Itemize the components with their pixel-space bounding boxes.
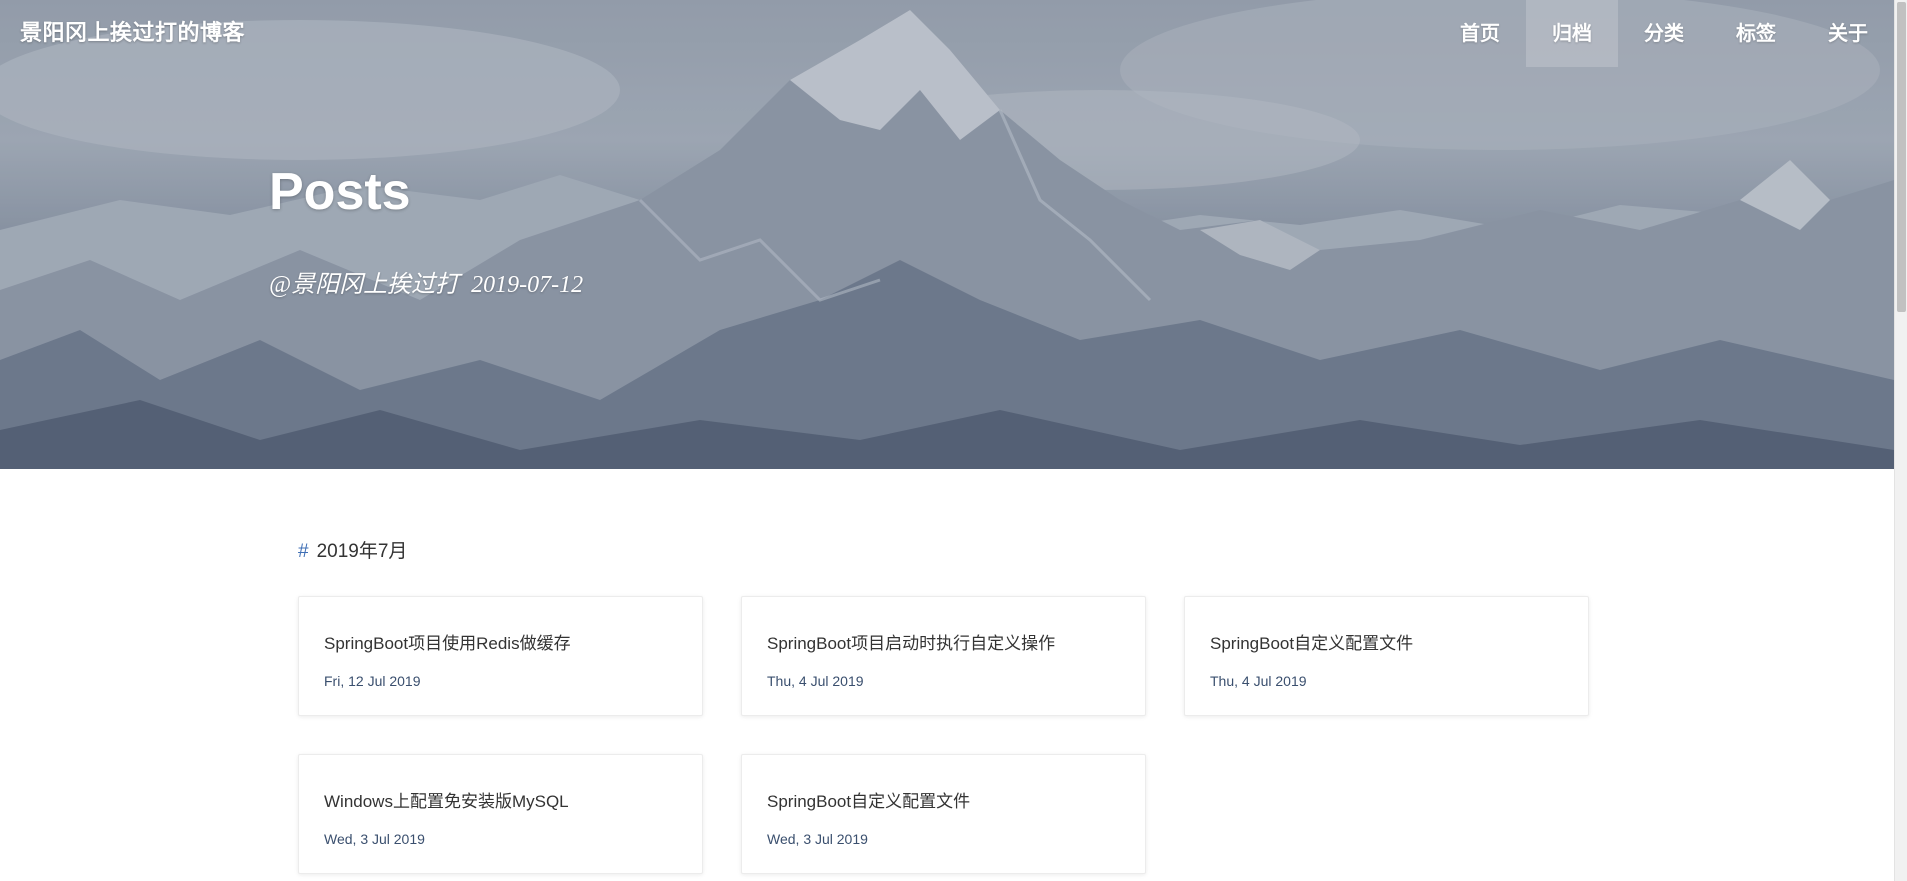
post-card[interactable]: SpringBoot项目启动时执行自定义操作 Thu, 4 Jul 2019 (741, 596, 1146, 716)
nav-item-home[interactable]: 首页 (1434, 0, 1526, 67)
page-scrollbar[interactable] (1894, 0, 1907, 881)
post-title[interactable]: Windows上配置免安装版MySQL (324, 787, 677, 812)
nav-item-categories[interactable]: 分类 (1618, 0, 1710, 67)
post-card[interactable]: Windows上配置免安装版MySQL Wed, 3 Jul 2019 (298, 754, 703, 874)
nav-item-tags[interactable]: 标签 (1710, 0, 1802, 67)
post-card[interactable]: SpringBoot项目使用Redis做缓存 Fri, 12 Jul 2019 (298, 596, 703, 716)
hero-overlay (0, 0, 1894, 469)
page-heading: Posts (269, 163, 411, 221)
post-card[interactable]: SpringBoot自定义配置文件 Wed, 3 Jul 2019 (741, 754, 1146, 874)
main-nav: 首页 归档 分类 标签 关于 (1434, 0, 1894, 67)
month-label: 2019年7月 (316, 541, 408, 562)
hero-date: 2019-07-12 (471, 272, 584, 298)
post-card[interactable]: SpringBoot自定义配置文件 Thu, 4 Jul 2019 (1184, 596, 1589, 716)
post-title[interactable]: SpringBoot项目启动时执行自定义操作 (767, 629, 1120, 654)
post-title[interactable]: SpringBoot自定义配置文件 (767, 787, 1120, 812)
archive-page: 景阳冈上挨过打的博客 首页 归档 分类 标签 关于 Posts @景阳冈上挨过打… (0, 0, 1907, 881)
hero-header: 景阳冈上挨过打的博客 首页 归档 分类 标签 关于 Posts @景阳冈上挨过打… (0, 0, 1894, 469)
post-date: Thu, 4 Jul 2019 (1210, 673, 1307, 689)
post-date: Wed, 3 Jul 2019 (767, 831, 868, 847)
post-title[interactable]: SpringBoot自定义配置文件 (1210, 629, 1563, 654)
month-heading: #2019年7月 (298, 536, 407, 563)
scrollbar-thumb[interactable] (1897, 2, 1906, 312)
hero-meta: @景阳冈上挨过打 2019-07-12 (269, 264, 583, 299)
post-date: Thu, 4 Jul 2019 (767, 673, 864, 689)
post-date: Fri, 12 Jul 2019 (324, 673, 421, 689)
hash-icon: # (298, 541, 309, 562)
hero-author: @景阳冈上挨过打 (269, 272, 460, 298)
post-title[interactable]: SpringBoot项目使用Redis做缓存 (324, 629, 677, 654)
nav-item-archive[interactable]: 归档 (1526, 0, 1618, 67)
post-date: Wed, 3 Jul 2019 (324, 831, 425, 847)
site-title[interactable]: 景阳冈上挨过打的博客 (20, 15, 245, 47)
nav-item-about[interactable]: 关于 (1802, 0, 1894, 67)
